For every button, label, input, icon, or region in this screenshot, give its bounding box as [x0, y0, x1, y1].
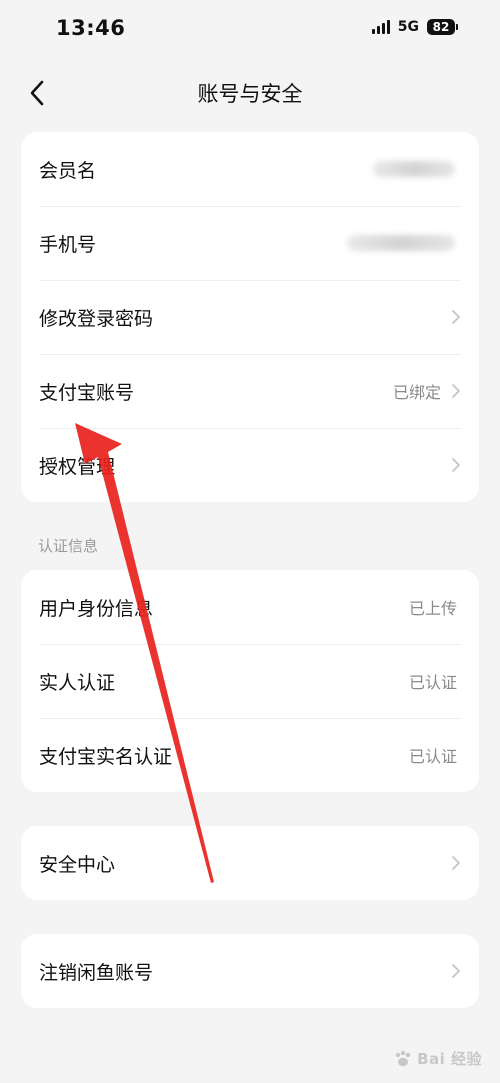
phone-row[interactable]: 手机号: [21, 206, 479, 280]
member-name-row[interactable]: 会员名: [21, 132, 479, 206]
row-value: 已上传: [408, 599, 457, 618]
row-label: 注销闲鱼账号: [39, 961, 154, 984]
blurred-value: [347, 235, 455, 251]
real-person-row[interactable]: 实人认证 已认证: [21, 644, 479, 718]
close-account-row[interactable]: 注销闲鱼账号: [21, 934, 479, 1008]
row-value: 已认证: [408, 673, 457, 692]
battery-icon: 82: [427, 19, 458, 35]
watermark-text: Bai 经验: [417, 1050, 482, 1068]
network-label: 5G: [397, 19, 419, 35]
chevron-right-icon: [452, 310, 460, 324]
section-header: 认证信息: [38, 537, 99, 555]
row-value: 已认证: [408, 747, 457, 766]
alipay-account-row[interactable]: 支付宝账号 已绑定: [21, 354, 479, 428]
change-password-row[interactable]: 修改登录密码: [21, 280, 479, 354]
status-bar: 13:46 5G 82: [0, 0, 500, 60]
row-value: 已绑定: [392, 383, 441, 402]
row-label: 授权管理: [39, 455, 116, 478]
identity-info-row[interactable]: 用户身份信息 已上传: [21, 570, 479, 644]
alipay-realname-row[interactable]: 支付宝实名认证 已认证: [21, 718, 479, 792]
signal-icon: [371, 20, 390, 34]
chevron-right-icon: [452, 384, 460, 398]
verification-card: 用户身份信息 已上传 实人认证 已认证 支付宝实名认证 已认证: [21, 570, 479, 792]
row-label: 安全中心: [39, 853, 116, 876]
security-center-card: 安全中心: [21, 826, 479, 900]
row-label: 用户身份信息: [39, 597, 154, 620]
authorization-row[interactable]: 授权管理: [21, 428, 479, 502]
row-label: 支付宝实名认证: [39, 745, 173, 768]
battery-level: 82: [427, 19, 455, 35]
security-center-row[interactable]: 安全中心: [21, 826, 479, 900]
row-label: 支付宝账号: [39, 381, 135, 404]
row-label: 修改登录密码: [39, 307, 154, 330]
close-account-card: 注销闲鱼账号: [21, 934, 479, 1008]
nav-bar: 账号与安全: [0, 66, 500, 120]
account-card: 会员名 手机号 修改登录密码 支付宝账号 已绑定 授权管理: [21, 132, 479, 502]
status-time: 13:46: [56, 16, 126, 40]
chevron-right-icon: [452, 964, 460, 978]
chevron-right-icon: [452, 856, 460, 870]
chevron-right-icon: [452, 458, 460, 472]
blurred-value: [373, 161, 455, 177]
row-label: 会员名: [39, 159, 97, 182]
row-label: 手机号: [39, 233, 97, 256]
paw-icon: [395, 1050, 411, 1066]
watermark: Bai 经验: [393, 1048, 482, 1069]
row-label: 实人认证: [39, 671, 116, 694]
page-title: 账号与安全: [197, 82, 303, 106]
status-indicators: 5G 82: [371, 19, 458, 35]
